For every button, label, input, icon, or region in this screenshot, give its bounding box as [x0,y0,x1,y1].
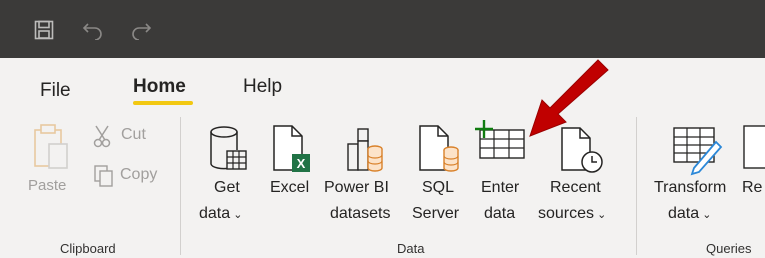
active-tab-indicator [133,101,193,105]
tab-home[interactable]: Home [133,76,186,98]
redo-icon[interactable] [130,20,152,40]
power-bi-label-line2: datasets [330,205,391,222]
excel-icon: X [272,124,312,176]
paste-button[interactable]: Paste [24,118,80,208]
database-table-icon [208,124,248,176]
paste-label: Paste [28,177,67,194]
cut-label: Cut [121,126,146,143]
refresh-label-partial: Re [742,179,763,196]
transform-data-icon [672,124,724,176]
chevron-down-icon: ⌄ [230,209,243,221]
transform-data-label-line2: data ⌄ [668,205,712,222]
data-group-label: Data [397,241,425,256]
ribbon-tabs: File Home Help [0,58,765,106]
queries-group-label: Queries [706,241,752,256]
refresh-icon [742,124,765,172]
power-bi-label-line1: Power BI [324,179,389,196]
get-data-label-line2: data ⌄ [199,205,243,222]
copy-icon [93,164,115,188]
enter-data-label-line1: Enter [481,179,520,196]
get-data-label-line1: Get [214,179,240,196]
annotation-arrow [520,52,612,144]
sql-database-icon [418,124,460,176]
chevron-down-icon: ⌄ [699,209,712,221]
enter-data-label-line2: data [484,205,516,222]
group-separator [636,117,637,255]
svg-text:X: X [297,156,306,171]
excel-label: Excel [270,179,310,196]
excel-button[interactable]: X Excel [266,118,320,208]
get-data-button[interactable]: Get data ⌄ [196,118,252,228]
save-icon[interactable] [34,20,54,40]
transform-data-label-line1: Transform [654,179,727,196]
copy-label: Copy [120,166,158,183]
sql-label-line2: Server [412,205,460,222]
recent-sources-label-line2: sources ⌄ [538,205,607,222]
tab-help[interactable]: Help [243,76,282,98]
copy-button[interactable]: Copy [93,164,168,188]
group-separator [180,117,181,255]
sql-server-button[interactable]: SQL Server [410,118,468,228]
recent-sources-label-line1: Recent [550,179,601,196]
dataset-icon [344,126,384,176]
chevron-down-icon: ⌄ [594,209,607,221]
refresh-button-partial[interactable]: Re [742,118,765,208]
transform-data-button[interactable]: Transform data ⌄ [652,118,740,228]
clipboard-group-label: Clipboard [60,241,116,256]
power-bi-datasets-button[interactable]: Power BI datasets [324,118,402,228]
scissors-icon [93,124,111,148]
undo-icon[interactable] [82,20,104,40]
enter-data-table-icon [474,118,526,160]
cut-button[interactable]: Cut [93,124,163,148]
title-bar [0,0,765,58]
paste-icon [32,122,72,172]
sql-label-line1: SQL [422,179,455,196]
tab-file[interactable]: File [40,80,71,102]
